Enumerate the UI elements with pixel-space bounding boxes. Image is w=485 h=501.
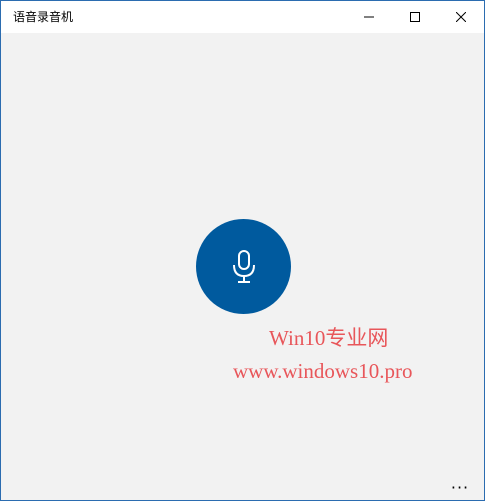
watermark-line-1: Win10专业网: [269, 326, 389, 350]
app-window: 语音录音机 Win10专业网 www.windows10.pro ···: [0, 0, 485, 501]
minimize-icon: [364, 16, 374, 18]
title-bar[interactable]: 语音录音机: [1, 1, 484, 33]
more-options-button[interactable]: ···: [448, 477, 472, 497]
minimize-button[interactable]: [346, 1, 392, 33]
maximize-icon: [410, 12, 420, 22]
close-button[interactable]: [438, 1, 484, 33]
microphone-icon: [232, 249, 255, 283]
close-icon: [456, 12, 466, 22]
maximize-button[interactable]: [392, 1, 438, 33]
watermark-line-2: www.windows10.pro: [233, 359, 413, 383]
window-title: 语音录音机: [13, 10, 74, 24]
record-button[interactable]: [196, 219, 291, 314]
main-content: Win10专业网 www.windows10.pro ···: [1, 33, 484, 500]
more-icon: ···: [450, 477, 470, 497]
